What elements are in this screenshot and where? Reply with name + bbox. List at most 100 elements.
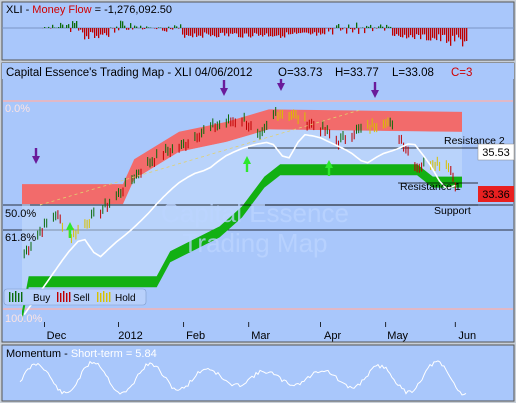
cycle-value: C=3 <box>451 67 472 79</box>
money-flow-bar <box>354 28 356 30</box>
money-flow-bar <box>394 28 396 36</box>
watermark-line2: Trading Map <box>183 228 328 258</box>
money-flow-bar <box>434 28 436 39</box>
money-flow-bar <box>262 28 264 37</box>
money-flow-bar <box>222 28 224 33</box>
money-flow-bar <box>100 28 102 35</box>
money-flow-bar <box>196 28 198 37</box>
money-flow-bar <box>368 26 370 28</box>
money-flow-bar <box>210 28 212 37</box>
money-flow-bar <box>408 28 410 38</box>
money-flow-bar <box>248 28 250 37</box>
money-flow-bar <box>214 28 216 37</box>
x-tick-label: Mar <box>251 330 270 342</box>
money-flow-bar <box>448 28 450 42</box>
money-flow-bar <box>438 28 440 35</box>
legend-buy-label: Buy <box>33 293 50 304</box>
money-flow-bar <box>208 28 210 35</box>
money-flow-bar <box>156 28 158 30</box>
money-flow-bar <box>322 28 324 34</box>
money-flow-bar <box>192 28 194 38</box>
money-flow-bar <box>146 26 148 28</box>
money-flow-bar <box>162 28 164 31</box>
money-flow-bar <box>428 28 430 41</box>
fib-label-100: 100.0% <box>5 313 43 325</box>
money-flow-bar <box>242 28 244 38</box>
money-flow-bar <box>328 28 330 32</box>
money-flow-bar <box>310 28 312 35</box>
money-flow-bar <box>224 28 226 36</box>
money-flow-bar <box>90 28 92 32</box>
money-flow-bar <box>332 28 334 35</box>
money-flow-bar <box>314 28 316 33</box>
money-flow-bar <box>414 28 416 39</box>
money-flow-bar <box>412 28 414 38</box>
money-flow-bar <box>96 28 98 36</box>
legend-sell-label: Sell <box>73 293 90 304</box>
money-flow-bar <box>266 28 268 34</box>
money-flow-bar <box>122 21 124 28</box>
money-flow-bar <box>280 28 282 38</box>
money-flow-bar <box>78 28 80 31</box>
money-flow-bar <box>356 22 358 28</box>
money-flow-bar <box>212 28 214 36</box>
money-flow-bar <box>298 28 300 34</box>
money-flow-bar <box>82 28 84 33</box>
money-flow-bar <box>198 28 200 36</box>
money-flow-bar <box>218 28 220 37</box>
money-flow-bar <box>170 28 172 30</box>
money-flow-bar <box>48 26 50 28</box>
money-flow-bar <box>464 28 466 42</box>
money-flow-bar <box>338 24 340 28</box>
money-flow-bar <box>62 24 64 28</box>
x-tick-label: 2012 <box>118 330 142 342</box>
money-flow-bar <box>144 28 146 29</box>
money-flow-bar <box>340 28 342 31</box>
money-flow-bar <box>430 28 432 41</box>
money-flow-bar <box>404 28 406 35</box>
money-flow-bar <box>278 28 280 36</box>
momentum-title: Momentum - Short-term = 5.84 <box>6 348 157 360</box>
trading-map-figure: XLI - Money Flow = -1,276,092.50 Capital… <box>1 1 515 402</box>
money-flow-bar <box>108 28 110 37</box>
money-flow-bar <box>228 28 230 37</box>
watermark-line1: Capital Essence <box>161 198 349 228</box>
money-flow-bar <box>426 28 428 41</box>
money-flow-bar <box>308 28 310 34</box>
money-flow-bar <box>158 27 160 28</box>
money-flow-bar <box>74 23 76 28</box>
money-flow-bar <box>320 28 322 35</box>
money-flow-bar <box>132 28 134 30</box>
x-tick-label: Dec <box>47 330 67 342</box>
money-flow-bar <box>164 28 166 32</box>
money-flow-bar <box>286 28 288 33</box>
money-flow-bar <box>124 25 126 28</box>
money-flow-bar <box>182 28 184 35</box>
money-flow-bar <box>86 28 88 37</box>
money-flow-bar <box>116 26 118 28</box>
money-flow-bar <box>94 28 96 38</box>
money-flow-bar <box>376 28 378 29</box>
money-flow-bar <box>416 28 418 35</box>
money-flow-bar <box>424 28 426 35</box>
resistance1-label: Resistance 1 <box>400 181 461 193</box>
money-flow-bar <box>442 28 444 35</box>
money-flow-bar <box>178 28 180 29</box>
money-flow-bar <box>318 28 320 33</box>
money-flow-bar <box>184 28 186 38</box>
money-flow-bar <box>366 25 368 28</box>
money-flow-bar <box>284 28 286 38</box>
money-flow-bar <box>226 28 228 34</box>
money-flow-bar <box>84 28 86 40</box>
money-flow-bar <box>112 28 114 29</box>
money-flow-bar <box>436 28 438 41</box>
x-tick-label: May <box>387 330 408 342</box>
money-flow-bar <box>300 28 302 34</box>
money-flow-bar <box>114 28 116 33</box>
current-price-value: 33.36 <box>482 189 510 201</box>
money-flow-bar <box>252 28 254 37</box>
money-flow-bar <box>180 24 182 28</box>
money-flow-bar <box>304 28 306 33</box>
legend-hold-label: Hold <box>115 293 136 304</box>
money-flow-bar <box>202 28 204 38</box>
